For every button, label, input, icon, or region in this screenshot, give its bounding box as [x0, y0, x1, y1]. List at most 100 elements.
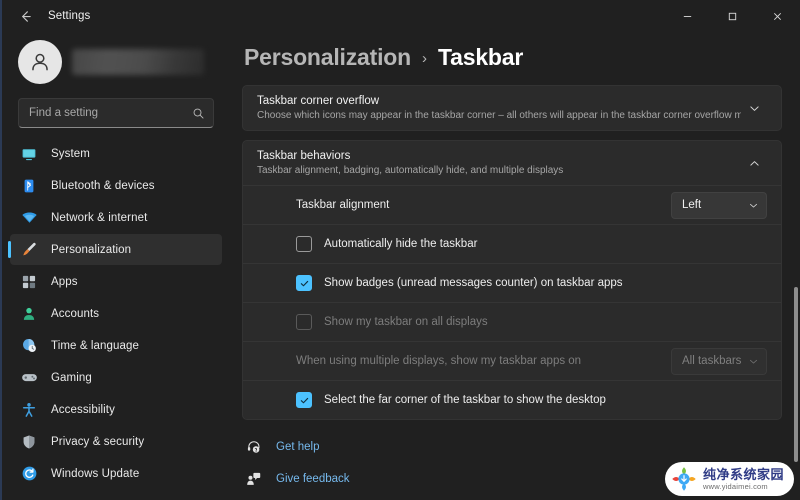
maximize-button[interactable]	[710, 0, 755, 32]
sidebar-item-bluetooth-devices[interactable]: Bluetooth & devices	[10, 170, 222, 201]
sidebar-item-label: System	[51, 147, 90, 160]
checkbox-show-taskbar-all-displays	[296, 314, 312, 330]
sidebar-item-label: Gaming	[51, 371, 92, 384]
row-label: Taskbar alignment	[296, 199, 390, 211]
game-controller-icon	[20, 369, 38, 387]
row-taskbar-alignment: Taskbar alignment Left	[243, 185, 781, 224]
card-title: Taskbar corner overflow	[257, 95, 380, 107]
clock-globe-icon	[20, 337, 38, 355]
row-label: Show badges (unread messages counter) on…	[324, 277, 623, 289]
person-avatar-icon	[32, 53, 48, 71]
title-bar: Settings	[2, 0, 800, 32]
sidebar-item-windows-update[interactable]: Windows Update	[10, 458, 222, 489]
row-show-taskbar-all-displays: Show my taskbar on all displays	[243, 302, 781, 341]
taskbar-alignment-dropdown[interactable]: Left	[671, 191, 767, 219]
close-icon	[773, 12, 782, 20]
row-show-badges[interactable]: Show badges (unread messages counter) on…	[243, 263, 781, 302]
card-header-texts: Taskbar behaviors Taskbar alignment, bad…	[257, 149, 741, 177]
sidebar-item-personalization[interactable]: Personalization	[8, 234, 222, 265]
card-subtitle: Choose which icons may appear in the tas…	[257, 110, 741, 121]
watermark: 纯净系统家园 www.yidaimei.com	[664, 462, 794, 496]
check-icon	[300, 280, 308, 286]
sidebar-item-time-language[interactable]: Time & language	[10, 330, 222, 361]
sidebar-nav: System Bluetooth & devices Network & int…	[2, 138, 230, 490]
sidebar-item-network-internet[interactable]: Network & internet	[10, 202, 222, 233]
avatar	[18, 40, 62, 84]
search-box[interactable]	[18, 98, 214, 128]
row-label: Select the far corner of the taskbar to …	[324, 394, 606, 406]
link-label[interactable]: Give feedback	[276, 473, 350, 485]
sidebar-item-gaming[interactable]: Gaming	[10, 362, 222, 393]
settings-window: Settings Find a setting System Bluetooth…	[0, 0, 800, 500]
chevron-up-icon[interactable]	[741, 150, 767, 176]
checkbox-automatically-hide-taskbar[interactable]	[296, 236, 312, 252]
sidebar-item-label: Time & language	[51, 339, 140, 352]
dropdown-value: All taskbars	[682, 355, 742, 367]
help-headset-icon	[244, 438, 264, 456]
sidebar-item-label: Accessibility	[51, 403, 115, 416]
multiple-displays-dropdown: All taskbars	[671, 347, 767, 375]
card-title: Taskbar behaviors	[257, 150, 351, 162]
check-icon	[300, 397, 308, 403]
back-button[interactable]	[8, 1, 42, 31]
sidebar-item-system[interactable]: System	[10, 138, 222, 169]
watermark-url: www.yidaimei.com	[702, 481, 768, 491]
checkbox-select-far-corner[interactable]	[296, 392, 312, 408]
search-container	[2, 94, 230, 138]
sidebar-item-privacy-security[interactable]: Privacy & security	[10, 426, 222, 457]
row-label: When using multiple displays, show my ta…	[296, 355, 582, 367]
row-select-far-corner[interactable]: Select the far corner of the taskbar to …	[243, 380, 781, 419]
close-button[interactable]	[755, 0, 800, 32]
sidebar-item-accounts[interactable]: Accounts	[10, 298, 222, 329]
link-get-help[interactable]: Get help	[244, 434, 782, 459]
apps-grid-icon	[20, 273, 38, 291]
content-area: Personalization › Taskbar Taskbar corner…	[230, 32, 800, 500]
sidebar-item-apps[interactable]: Apps	[10, 266, 222, 297]
breadcrumb: Personalization › Taskbar	[244, 32, 782, 85]
back-arrow-icon	[21, 10, 31, 22]
page-title: Taskbar	[438, 44, 524, 70]
card-taskbar-behaviors: Taskbar behaviors Taskbar alignment, bad…	[242, 140, 782, 420]
breadcrumb-parent[interactable]: Personalization	[244, 44, 411, 71]
search-icon	[193, 108, 204, 118]
account-name-redacted	[72, 49, 204, 75]
chevron-down-icon[interactable]	[741, 95, 767, 121]
accessibility-person-icon	[20, 401, 38, 419]
feedback-person-icon	[244, 470, 264, 488]
content-scrollbar[interactable]	[793, 32, 799, 500]
scrollbar-thumb[interactable]	[794, 287, 798, 462]
link-label[interactable]: Get help	[276, 441, 319, 453]
chevron-down-icon	[748, 356, 759, 367]
search-input[interactable]	[29, 107, 192, 119]
window-title: Settings	[48, 10, 91, 22]
row-multiple-displays-apps: When using multiple displays, show my ta…	[243, 341, 781, 380]
card-header-toggle[interactable]: Taskbar corner overflow Choose which ico…	[243, 86, 781, 130]
card-header-toggle[interactable]: Taskbar behaviors Taskbar alignment, bad…	[243, 141, 781, 185]
paintbrush-icon	[20, 241, 38, 259]
sidebar-item-label: Personalization	[51, 243, 132, 256]
sidebar-item-label: Bluetooth & devices	[51, 179, 155, 192]
card-subtitle: Taskbar alignment, badging, automaticall…	[257, 165, 564, 176]
monitor-icon	[20, 145, 38, 163]
sidebar-item-accessibility[interactable]: Accessibility	[10, 394, 222, 425]
window-controls	[665, 0, 800, 32]
account-block[interactable]	[2, 34, 230, 94]
watermark-texts: 纯净系统家园 www.yidaimei.com	[703, 468, 784, 491]
shield-icon	[20, 433, 38, 451]
bluetooth-icon	[20, 177, 38, 195]
row-automatically-hide-taskbar[interactable]: Automatically hide the taskbar	[243, 224, 781, 263]
row-label: Automatically hide the taskbar	[324, 238, 478, 250]
minimize-button[interactable]	[665, 0, 710, 32]
sidebar-item-label: Network & internet	[51, 211, 148, 224]
person-icon	[20, 305, 38, 323]
checkbox-show-badges[interactable]	[296, 275, 312, 291]
sidebar-item-label: Windows Update	[51, 467, 140, 480]
sidebar: System Bluetooth & devices	[2, 32, 230, 500]
maximize-icon	[728, 12, 737, 20]
update-refresh-icon	[20, 465, 38, 483]
card-header-texts: Taskbar corner overflow Choose which ico…	[257, 94, 741, 122]
breadcrumb-separator-icon: ›	[422, 50, 427, 67]
minimize-icon	[683, 15, 692, 17]
sidebar-item-label: Privacy & security	[51, 435, 145, 448]
card-taskbar-corner-overflow: Taskbar corner overflow Choose which ico…	[242, 85, 782, 131]
